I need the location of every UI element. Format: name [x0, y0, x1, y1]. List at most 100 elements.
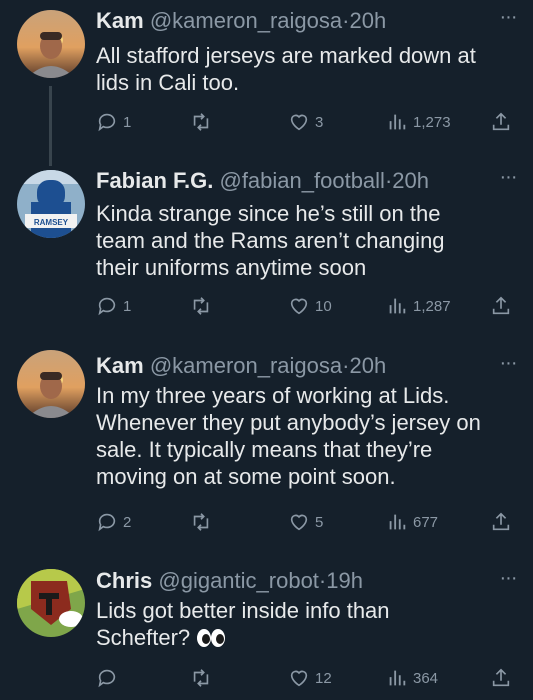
views-button[interactable]: 1,273 [386, 109, 451, 135]
tweet-header: Kam @kameron_raigosa·20h [96, 7, 493, 34]
display-name[interactable]: Chris [96, 568, 152, 593]
share-button[interactable] [490, 665, 512, 691]
views-chart-icon [389, 298, 406, 314]
avatar-kam[interactable] [17, 350, 85, 418]
views-button[interactable]: 1,287 [386, 293, 451, 319]
retweet-button[interactable] [190, 665, 217, 691]
heart-icon [290, 514, 308, 531]
reply-icon [98, 297, 116, 316]
share-icon [492, 296, 510, 315]
retweet-icon [193, 113, 209, 131]
view-count: 1,287 [413, 297, 451, 315]
tweet-actions: 2 5 677 [96, 509, 526, 535]
reply-count: 2 [123, 513, 132, 531]
share-icon [492, 512, 510, 531]
tweet-actions: 1 10 1,287 [96, 293, 526, 319]
timestamp[interactable]: 20h [392, 168, 429, 193]
text-line: team and the Rams aren’t changing [96, 228, 445, 253]
tweet-header: Chris @gigantic_robot·19h [96, 567, 493, 594]
share-icon [492, 668, 510, 687]
tweet-text: Kinda strange since he’s still on the te… [96, 200, 513, 281]
text-line: Schefter? [96, 624, 513, 654]
more-icon[interactable]: ··· [497, 353, 519, 378]
user-handle[interactable]: @kameron_raigosa [150, 353, 342, 378]
tweet-1[interactable]: Kam @kameron_raigosa·20h ··· All staffor… [0, 0, 533, 166]
share-button[interactable] [490, 509, 512, 535]
heart-icon [290, 298, 308, 315]
view-count: 677 [413, 513, 439, 531]
timestamp[interactable]: 20h [349, 8, 386, 33]
views-button[interactable]: 364 [386, 665, 438, 691]
avatar-kam[interactable] [17, 10, 85, 78]
tweet-text: All stafford jerseys are marked down at … [96, 42, 513, 96]
views-chart-icon [389, 670, 406, 686]
display-name[interactable]: Kam [96, 8, 144, 33]
retweet-button[interactable] [190, 109, 217, 135]
like-button[interactable]: 12 [288, 665, 332, 691]
text-line: In my three years of working at Lids. [96, 383, 450, 408]
display-name[interactable]: Fabian F.G. [96, 168, 213, 193]
timestamp[interactable]: 19h [326, 568, 363, 593]
reply-count: 1 [123, 297, 132, 315]
text-line: their uniforms anytime soon [96, 255, 367, 280]
user-handle[interactable]: @gigantic_robot [158, 568, 319, 593]
retweet-icon [193, 513, 209, 531]
more-icon[interactable]: ··· [497, 7, 519, 32]
reply-icon [98, 113, 116, 132]
user-handle[interactable]: @kameron_raigosa [150, 8, 342, 33]
user-handle[interactable]: @fabian_football [219, 168, 384, 193]
avatar-jersey-text: RAMSEY [34, 218, 69, 227]
heart-icon [290, 114, 308, 131]
like-button[interactable]: 10 [288, 293, 332, 319]
like-count: 12 [315, 669, 332, 687]
reply-count: 1 [123, 113, 132, 131]
like-count: 3 [315, 113, 324, 131]
share-button[interactable] [490, 293, 512, 319]
text-line: moving on at some point soon. [96, 464, 396, 489]
views-chart-icon [389, 114, 406, 130]
conversation-thread: Kam @kameron_raigosa·20h ··· All staffor… [0, 0, 533, 700]
reply-icon [98, 513, 116, 532]
thread-connector [49, 86, 52, 166]
text-line: Whenever they put anybody’s jersey on [96, 410, 481, 435]
view-count: 364 [413, 669, 439, 687]
like-count: 10 [315, 297, 332, 315]
reply-button[interactable] [96, 665, 123, 691]
like-button[interactable]: 3 [288, 109, 323, 135]
reply-button[interactable]: 2 [96, 509, 131, 535]
tweet-actions: 12 364 [96, 665, 526, 691]
retweet-icon [193, 297, 209, 315]
heart-icon [290, 670, 308, 687]
reply-button[interactable]: 1 [96, 293, 131, 319]
tweet-actions: 1 3 1,273 [96, 109, 526, 135]
display-name[interactable]: Kam [96, 353, 144, 378]
more-icon[interactable]: ··· [497, 167, 519, 192]
text-line: Lids got better inside info than [96, 598, 390, 623]
avatar-chris[interactable] [17, 569, 85, 637]
views-button[interactable]: 677 [386, 509, 438, 535]
tweet-3[interactable]: Kam @kameron_raigosa·20h ··· In my three… [0, 350, 533, 565]
reply-button[interactable]: 1 [96, 109, 131, 135]
tweet-4[interactable]: Chris @gigantic_robot·19h ··· Lids got b… [0, 565, 533, 700]
timestamp[interactable]: 20h [349, 353, 386, 378]
text-line: Kinda strange since he’s still on the [96, 201, 441, 226]
tweet-header: Kam @kameron_raigosa·20h [96, 352, 493, 379]
more-icon[interactable]: ··· [497, 568, 519, 593]
tweet-text: Lids got better inside info than Schefte… [96, 597, 513, 654]
retweet-button[interactable] [190, 293, 217, 319]
avatar-fabian[interactable]: RAMSEY [17, 170, 85, 238]
tweet-text: In my three years of working at Lids. Wh… [96, 382, 513, 490]
tweet-2[interactable]: RAMSEY Fabian F.G. @fabian_football·20h … [0, 160, 533, 350]
share-icon [492, 112, 510, 131]
retweet-button[interactable] [190, 509, 217, 535]
like-button[interactable]: 5 [288, 509, 323, 535]
reply-icon [98, 669, 116, 688]
view-count: 1,273 [413, 113, 451, 131]
tweet-header: Fabian F.G. @fabian_football·20h [96, 167, 493, 194]
text-line: sale. It typically means that they’re [96, 437, 433, 462]
like-count: 5 [315, 513, 324, 531]
text-line: lids in Cali too. [96, 70, 240, 95]
retweet-icon [193, 669, 209, 687]
text-line: All stafford jerseys are marked down at [96, 43, 476, 68]
share-button[interactable] [490, 109, 512, 135]
